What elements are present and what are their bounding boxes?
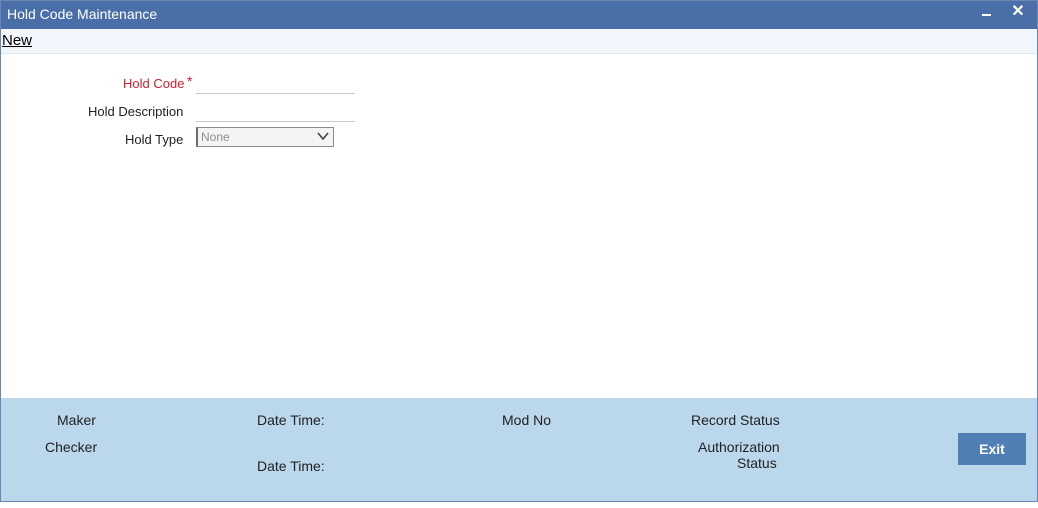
new-link[interactable]: New — [2, 32, 32, 49]
hold-type-selected-value: None — [201, 130, 230, 144]
exit-button[interactable]: Exit — [958, 433, 1026, 465]
hold-code-label: Hold Code — [123, 76, 185, 91]
hold-description-input[interactable] — [196, 101, 355, 122]
toolbar: New — [1, 29, 1037, 54]
checker-label: Checker — [45, 439, 98, 455]
checker-date-time-label: Date Time: — [257, 458, 325, 474]
maker-label: Maker — [57, 412, 96, 428]
audit-footer: Maker Checker Date Time: Date Time: Mod … — [1, 398, 1037, 501]
hold-type-label: Hold Type — [125, 132, 184, 147]
window-title: Hold Code Maintenance — [7, 6, 158, 22]
authorization-status-label-line1: Authorization — [698, 439, 780, 455]
authorization-status-label-line2: Status — [737, 455, 777, 471]
title-bar: Hold Code Maintenance ✕ — [1, 1, 1037, 29]
minimize-icon[interactable] — [979, 5, 995, 21]
close-icon[interactable]: ✕ — [1009, 3, 1027, 21]
chevron-down-icon — [317, 132, 329, 141]
maker-date-time-label: Date Time: — [257, 412, 325, 428]
hold-code-maintenance-window: Hold Code Maintenance ✕ New Hold Code * … — [0, 0, 1038, 502]
mod-no-label: Mod No — [502, 412, 552, 428]
hold-code-input[interactable] — [196, 73, 355, 94]
required-asterisk: * — [187, 73, 193, 89]
hold-description-label: Hold Description — [88, 104, 184, 119]
hold-type-select[interactable]: None — [196, 127, 334, 147]
record-status-label: Record Status — [691, 412, 780, 428]
